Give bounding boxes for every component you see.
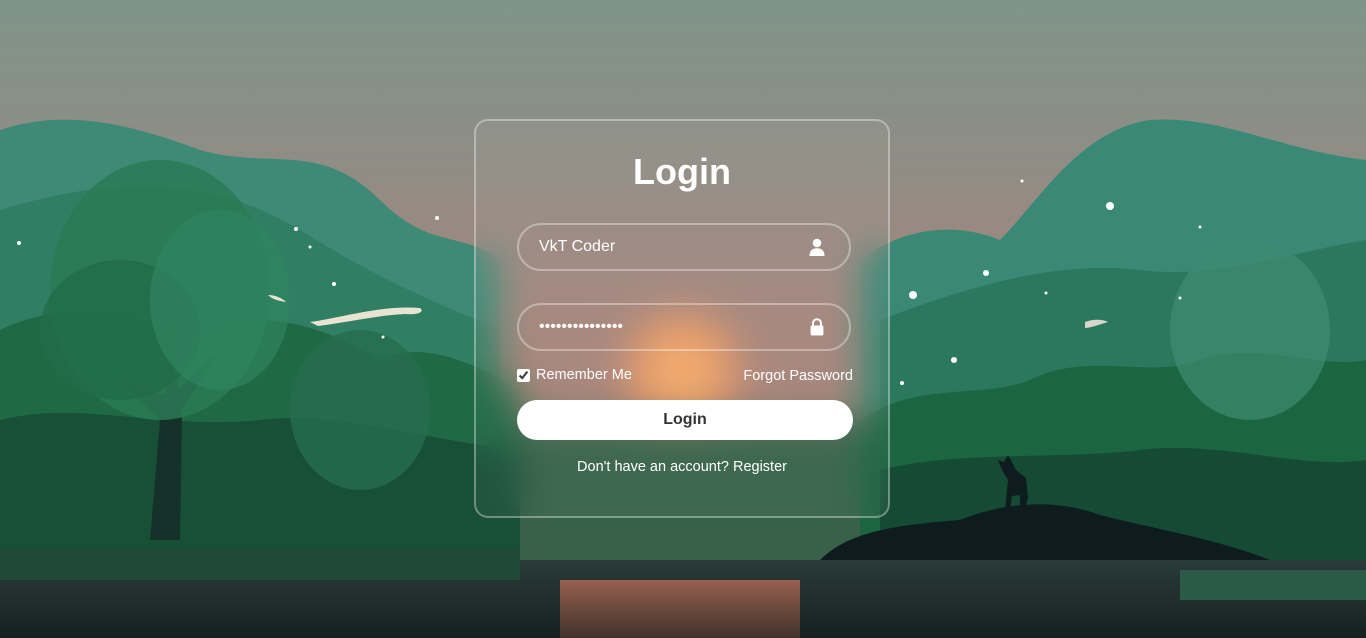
user-icon [807, 237, 827, 257]
username-field-container [517, 223, 851, 271]
username-input[interactable] [539, 225, 799, 269]
password-field-container [517, 303, 851, 351]
login-card: Login Remember Me Forgot Password Login … [474, 119, 890, 518]
lock-icon [807, 317, 827, 337]
register-prompt: Don't have an account? [577, 459, 729, 475]
forgot-password-link[interactable]: Forgot Password [743, 368, 853, 384]
login-button[interactable]: Login [517, 400, 853, 440]
register-link[interactable]: Register [733, 459, 787, 475]
remember-forgot-row: Remember Me Forgot Password [517, 367, 853, 385]
remember-me-label[interactable]: Remember Me [517, 367, 632, 383]
login-title: Login [633, 151, 731, 192]
remember-me-text: Remember Me [536, 367, 632, 383]
remember-me-checkbox[interactable] [517, 368, 530, 382]
register-row: Don't have an account? Register [476, 459, 888, 475]
password-input[interactable] [539, 305, 799, 349]
